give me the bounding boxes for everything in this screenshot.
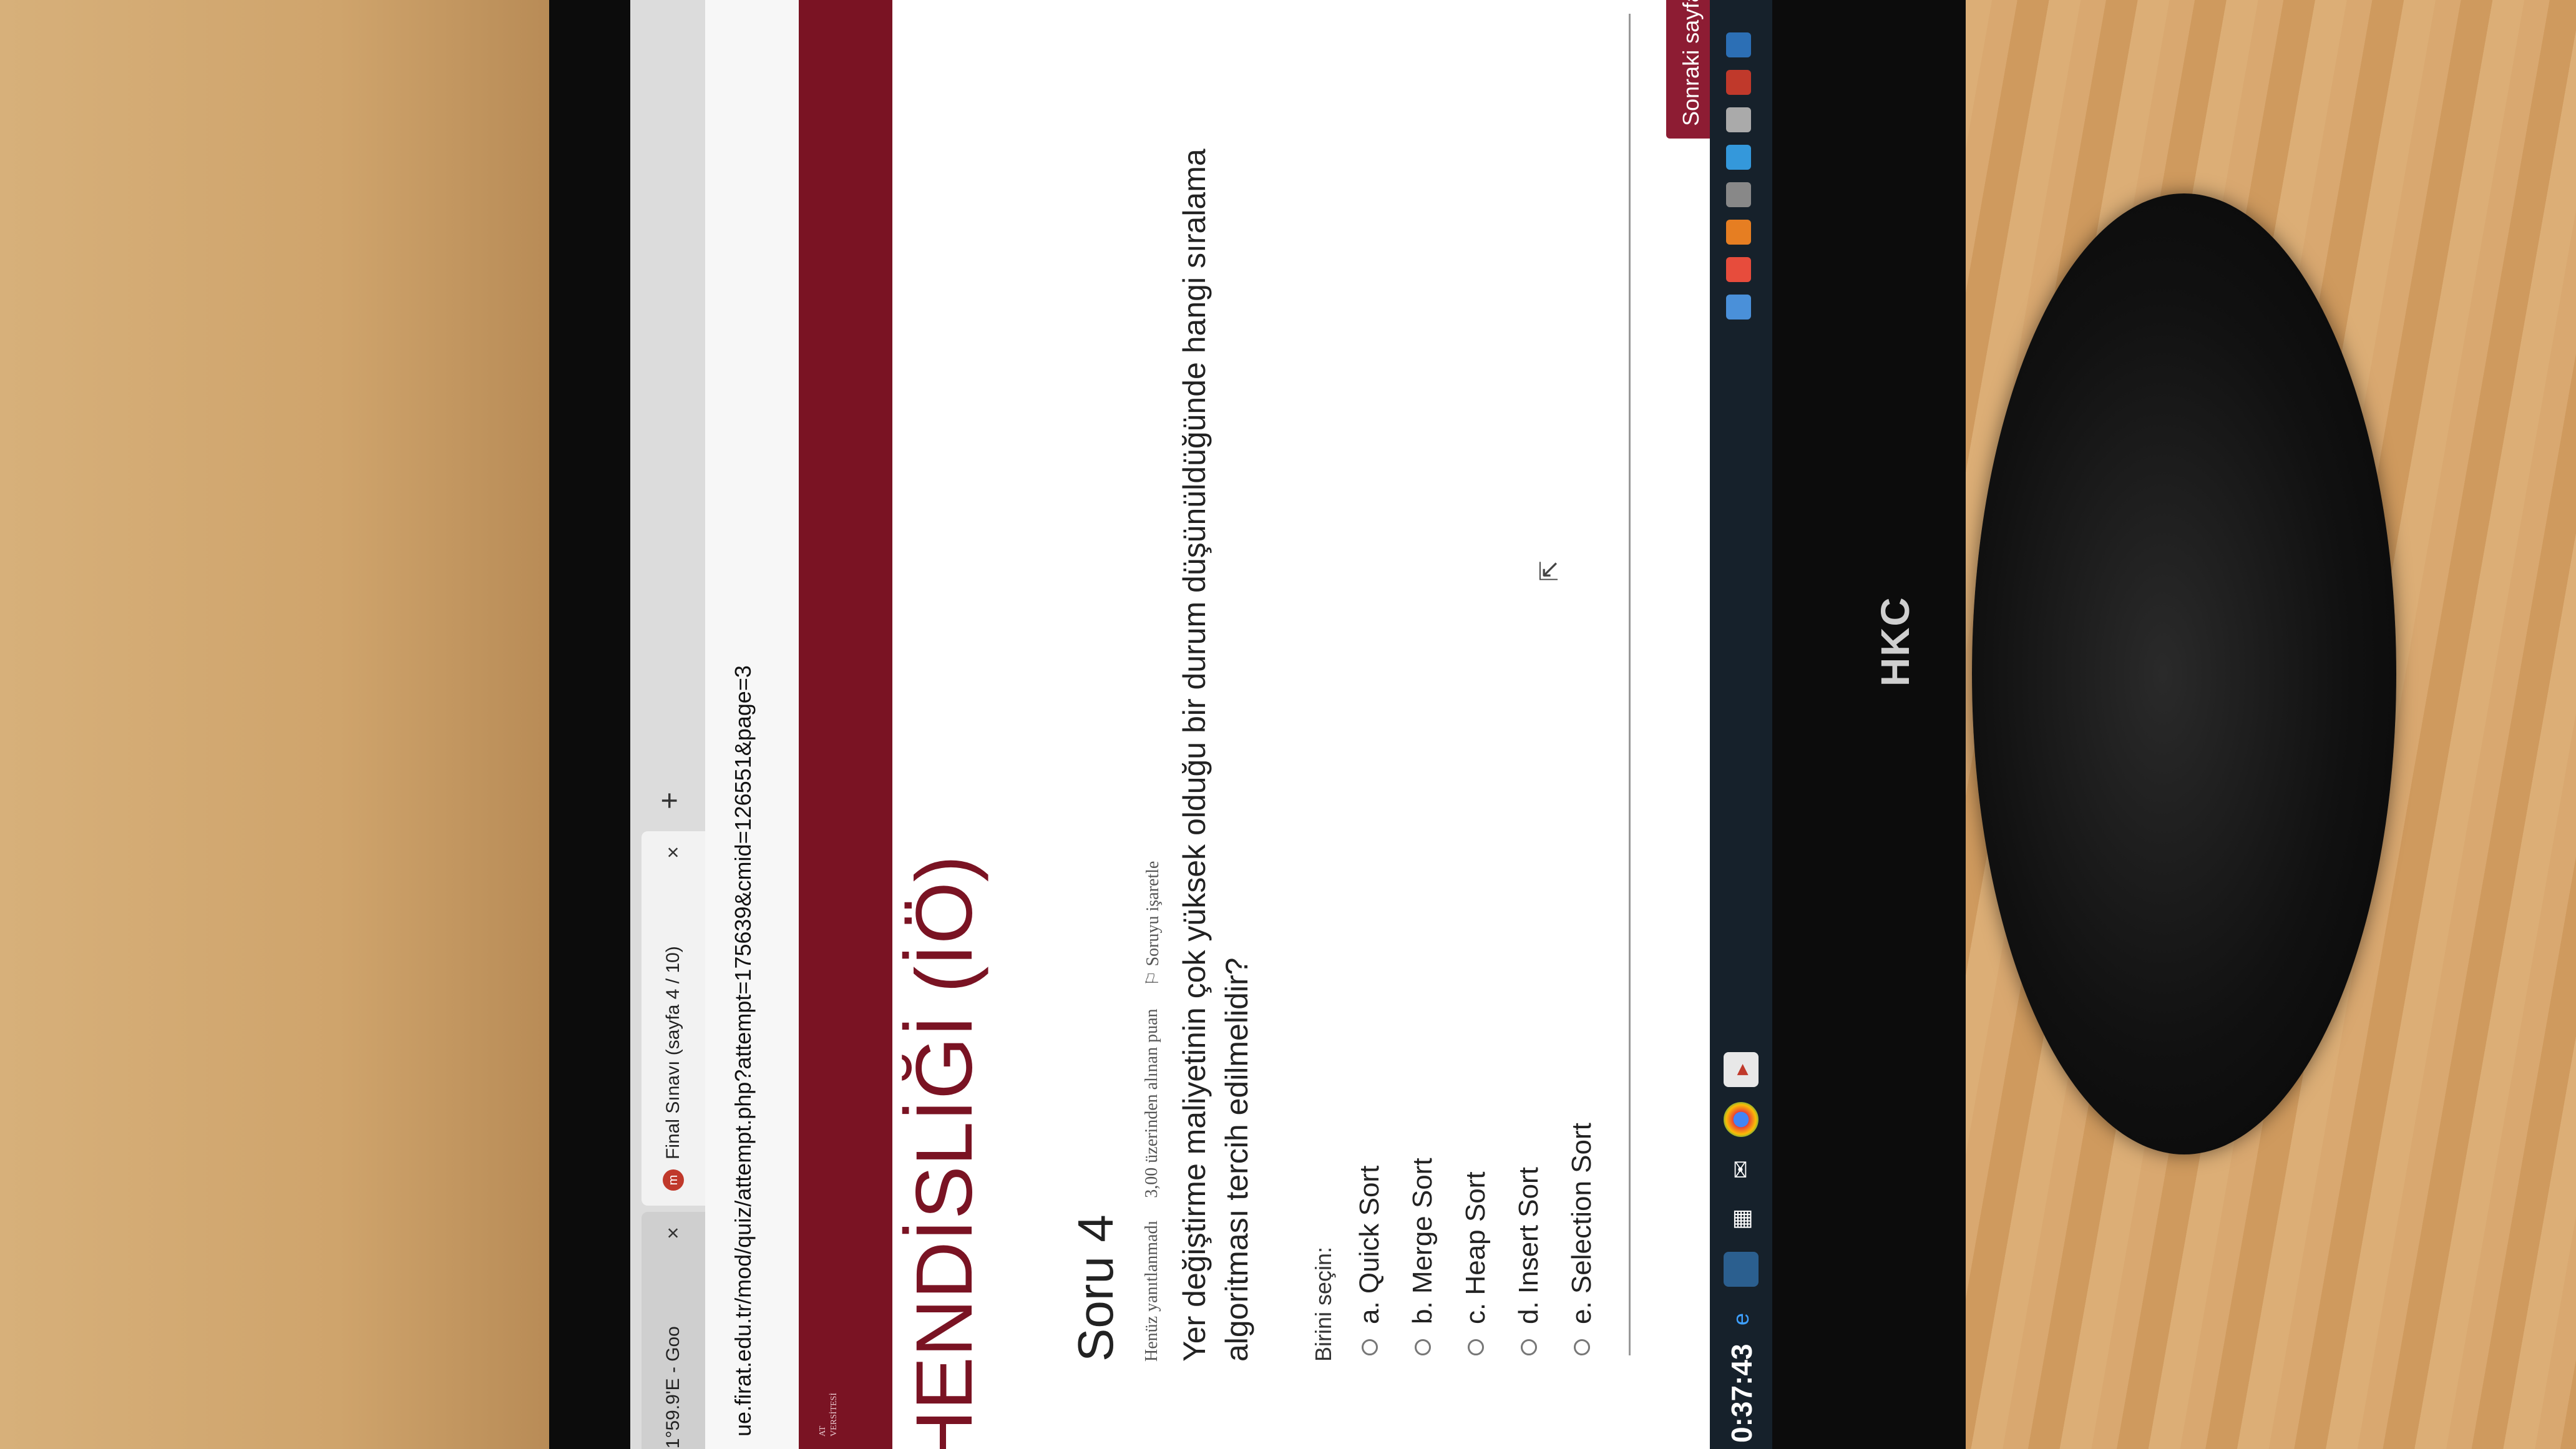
course-title: HENDİSLİĞİ (İÖ) (900, 855, 989, 1449)
close-tab-icon[interactable]: × (661, 1227, 686, 1239)
radio-button[interactable] (1468, 1339, 1484, 1355)
tab-label: 31°59.9'E - Goo (663, 1326, 683, 1449)
question-points: 3,00 üzerinden alınan puan (1142, 1008, 1161, 1198)
monitor-brand-logo: HKC (1873, 596, 1918, 686)
tab-label: Final Sınavı (sayfa 4 / 10) (663, 946, 683, 1159)
new-tab-button[interactable]: + (653, 792, 687, 809)
moodle-favicon-icon: m (663, 1169, 684, 1191)
tray-app-icon[interactable] (1726, 107, 1751, 132)
answer-option-b[interactable]: b. Merge Sort (1407, 1158, 1438, 1355)
tray-app-icon[interactable] (1726, 70, 1751, 95)
monitor-stand (1972, 193, 2396, 1154)
windows-taskbar: 0:37:43 e ▦ ✉ ▸ (1710, 0, 1772, 1449)
site-header: AT VERSİTESİ (799, 0, 892, 1449)
file-explorer-icon[interactable] (1724, 1252, 1759, 1287)
answer-option-a[interactable]: a. Quick Sort (1354, 1166, 1385, 1355)
question-status: Henüz yanıtlanmadı (1142, 1220, 1161, 1362)
choose-prompt: Birini seçin: (1310, 1246, 1336, 1362)
tray-app-icon[interactable] (1726, 257, 1751, 282)
wall-background (0, 0, 562, 1449)
next-page-button[interactable]: Sonraki sayfa (1666, 0, 1716, 139)
mail-icon[interactable]: ✉ (1724, 1152, 1759, 1187)
store-icon[interactable]: ▦ (1724, 1202, 1759, 1237)
browser-tab-bar: 31°59.9'E - Goo × m Final Sınavı (sayfa … (630, 0, 705, 1449)
answer-option-c[interactable]: c. Heap Sort (1460, 1171, 1491, 1355)
taskbar-clock[interactable]: 0:37:43 (1725, 1344, 1759, 1443)
question-number: Soru 4 (1068, 1214, 1123, 1362)
screen-content: 31°59.9'E - Goo × m Final Sınavı (sayfa … (630, 0, 1772, 1449)
answer-option-d[interactable]: d. Insert Sort (1513, 1167, 1544, 1355)
radio-button[interactable] (1415, 1339, 1431, 1355)
university-logo[interactable]: AT VERSİTESİ (817, 1393, 840, 1437)
tray-app-icon[interactable] (1726, 182, 1751, 207)
mouse-pointer-icon: ⇱ (1536, 560, 1563, 582)
browser-tab-maps[interactable]: 31°59.9'E - Goo × (642, 1212, 705, 1449)
chrome-icon[interactable] (1724, 1102, 1759, 1137)
divider (1629, 14, 1631, 1355)
radio-button[interactable] (1521, 1339, 1537, 1355)
question-info: Henüz yanıtlanmadı 3,00 üzerinden alınan… (1142, 861, 1163, 1362)
answer-option-e[interactable]: e. Selection Sort (1566, 1123, 1598, 1355)
tray-app-icon[interactable] (1726, 220, 1751, 245)
tray-app-icon[interactable] (1726, 295, 1751, 320)
address-bar[interactable]: ue.firat.edu.tr/mod/quiz/attempt.php?att… (705, 0, 800, 1449)
flag-question-link[interactable]: ⚐ Soruyu işaretle (1142, 861, 1163, 987)
close-tab-icon[interactable]: × (661, 846, 686, 859)
monitor-screen: 31°59.9'E - Goo × m Final Sınavı (sayfa … (630, 0, 1772, 1449)
pdf-file-icon[interactable]: ▸ (1724, 1052, 1759, 1087)
radio-button[interactable] (1362, 1339, 1378, 1355)
tray-app-icon[interactable] (1726, 32, 1751, 57)
question-text: Yer değiştirme maliyetinin çok yüksek ol… (1177, 149, 1254, 1362)
tray-app-icon[interactable] (1726, 145, 1751, 170)
url-text[interactable]: ue.firat.edu.tr/mod/quiz/attempt.php?att… (730, 665, 756, 1437)
browser-tab-quiz[interactable]: m Final Sınavı (sayfa 4 / 10) × (642, 831, 705, 1206)
edge-icon[interactable]: e (1724, 1302, 1759, 1337)
radio-button[interactable] (1574, 1339, 1590, 1355)
